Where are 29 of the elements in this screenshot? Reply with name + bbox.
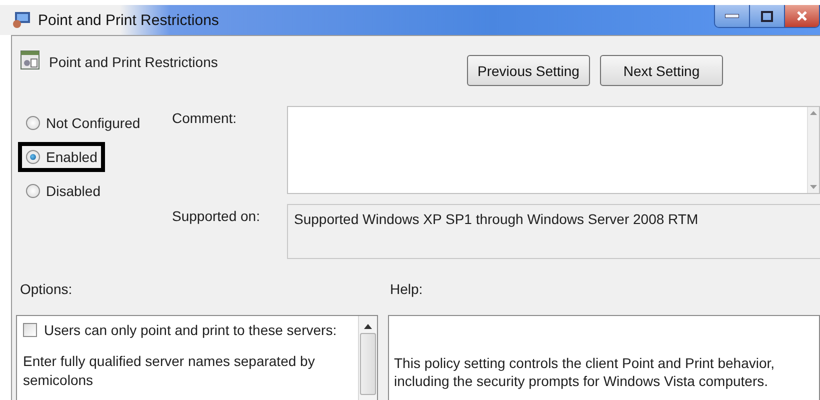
close-button[interactable] — [784, 5, 819, 27]
scroll-up-icon — [810, 111, 817, 115]
radio-option[interactable]: Enabled — [18, 142, 106, 172]
checkbox[interactable] — [23, 323, 37, 337]
minimize-icon — [725, 14, 739, 18]
comment-label: Comment: — [172, 109, 238, 128]
previous-setting-button[interactable]: Previous Setting — [467, 55, 590, 86]
comment-field[interactable] — [287, 106, 820, 194]
options-label: Options: — [20, 281, 74, 297]
radio-option[interactable]: Disabled — [18, 176, 108, 206]
computer-icon — [12, 11, 32, 29]
supported-on-label: Supported on: — [172, 207, 261, 226]
scroll-up-icon[interactable] — [364, 324, 372, 329]
maximize-button[interactable] — [749, 5, 784, 27]
checkbox-label: Users can only point and print to these servers: — [44, 322, 337, 338]
settings-page-icon — [20, 50, 40, 70]
supported-on-field: Supported Windows XP SP1 through Windows Server 2008 RTM — [287, 204, 820, 259]
radio-option[interactable]: Not Configured — [18, 108, 148, 138]
scroll-down-icon — [810, 185, 817, 189]
close-icon — [796, 10, 808, 22]
minimize-button[interactable] — [715, 5, 749, 27]
help-label: Help: — [390, 281, 423, 297]
maximize-icon — [761, 10, 773, 22]
window-title: Point and Print Restrictions — [38, 12, 219, 28]
instruction-text: Enter fully qualified server names separated by semicolons — [23, 352, 316, 390]
scrollbar-thumb[interactable] — [360, 333, 376, 395]
next-setting-button[interactable]: Next Setting — [600, 55, 723, 86]
help-text: This policy setting controls the client Point and Print behavior, including the security prompts for Windows Vista computers. — [394, 354, 776, 390]
setting-title: Point and Print Restrictions — [49, 54, 218, 70]
